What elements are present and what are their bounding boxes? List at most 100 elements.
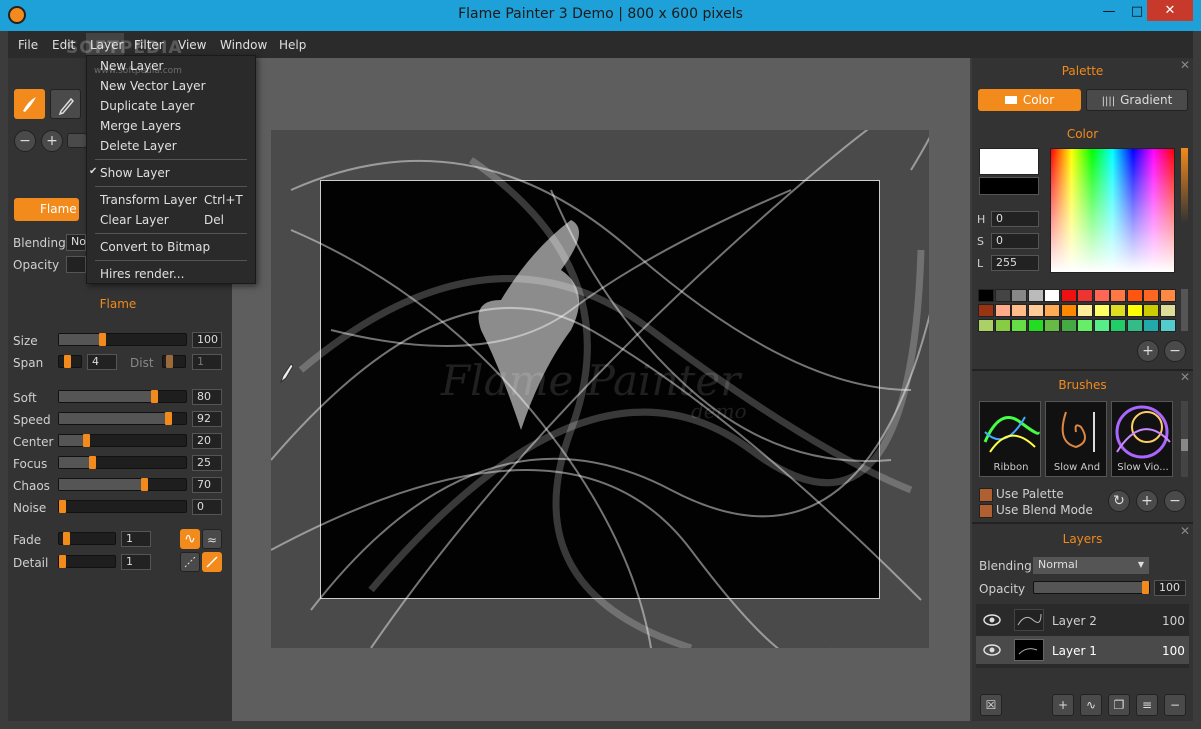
chaos-slider-knob[interactable] [141, 478, 148, 491]
menu-new-vector-layer[interactable]: New Vector Layer [100, 79, 206, 93]
color-swatch[interactable] [1044, 304, 1060, 317]
color-swatch[interactable] [1126, 319, 1143, 332]
menu-window[interactable]: Window [220, 38, 267, 52]
center-value[interactable]: 20 [192, 433, 222, 449]
brush-slow-vio[interactable]: Slow Vio... [1111, 401, 1173, 477]
menu-convert-bitmap[interactable]: Convert to Bitmap [100, 240, 210, 254]
color-swatch[interactable] [1027, 319, 1044, 332]
color-swatch[interactable] [1077, 289, 1093, 302]
flame-brush-tool[interactable] [14, 89, 45, 119]
eye-icon[interactable] [982, 643, 1002, 657]
layers-opacity-value[interactable]: 100 [1154, 580, 1186, 596]
color-swatch[interactable] [1027, 304, 1044, 317]
color-swatch[interactable] [1044, 289, 1060, 302]
color-swatch[interactable] [1126, 304, 1143, 317]
layer-row[interactable]: Layer 2 100 [976, 607, 1189, 635]
close-button[interactable]: ✕ [1147, 0, 1193, 21]
new-vector-layer-button[interactable]: ∿ [1080, 694, 1102, 716]
menu-help[interactable]: Help [279, 38, 306, 52]
focus-value[interactable]: 25 [192, 455, 222, 471]
color-swatch[interactable] [994, 289, 1011, 302]
dist-value[interactable]: 1 [192, 354, 222, 370]
color-swatch[interactable] [1027, 289, 1044, 302]
primary-color-swatch[interactable] [979, 148, 1039, 175]
noise-slider[interactable] [58, 500, 187, 513]
focus-slider-knob[interactable] [89, 456, 96, 469]
zoom-out-button[interactable]: − [14, 130, 36, 152]
color-swatch[interactable] [1044, 319, 1060, 332]
soft-slider-knob[interactable] [151, 390, 158, 403]
chaos-slider[interactable] [58, 478, 187, 491]
brushes-scrollbar[interactable] [1181, 401, 1188, 477]
color-swatch[interactable] [978, 289, 994, 302]
menu-show-layer[interactable]: Show Layer [100, 166, 170, 180]
detail-slider-knob[interactable] [59, 555, 66, 568]
span-slider[interactable] [58, 355, 82, 368]
noise-value[interactable]: 0 [192, 499, 222, 515]
use-blend-checkbox[interactable] [979, 504, 993, 518]
gradient-tab[interactable]: |||| Gradient [1086, 89, 1188, 111]
color-swatch[interactable] [1093, 289, 1110, 302]
color-swatch[interactable] [1159, 319, 1176, 332]
s-input[interactable]: 0 [991, 233, 1039, 249]
color-swatch[interactable] [994, 304, 1011, 317]
speed-slider-knob[interactable] [165, 412, 172, 425]
opacity-slider[interactable] [66, 256, 86, 273]
size-value[interactable]: 100 [192, 332, 222, 348]
color-swatch[interactable] [1159, 289, 1176, 302]
menu-merge-layers[interactable]: Merge Layers [100, 119, 181, 133]
color-swatch[interactable] [1011, 289, 1027, 302]
fade-wave-button[interactable]: ∿ [180, 529, 200, 549]
color-swatch[interactable] [1159, 304, 1176, 317]
h-input[interactable]: 0 [991, 211, 1039, 227]
color-swatch[interactable] [1060, 319, 1077, 332]
merge-layers-button[interactable]: ≡ [1136, 694, 1158, 716]
chaos-value[interactable]: 70 [192, 477, 222, 493]
use-palette-checkbox[interactable] [979, 488, 993, 502]
layers-opacity-knob[interactable] [1142, 581, 1149, 594]
layers-blending-select[interactable]: Normal ▼ [1033, 557, 1149, 574]
color-swatch[interactable] [1110, 289, 1126, 302]
color-swatch[interactable] [1060, 289, 1077, 302]
detail-solid-button[interactable] [202, 552, 222, 572]
duplicate-layer-button[interactable]: ❐ [1108, 694, 1130, 716]
remove-layer-button[interactable]: − [1164, 694, 1186, 716]
remove-swatch-button[interactable]: − [1164, 340, 1186, 362]
noise-slider-knob[interactable] [59, 500, 66, 513]
layers-opacity-slider[interactable] [1033, 581, 1150, 594]
pencil-tool[interactable] [50, 89, 81, 119]
color-swatch[interactable] [1011, 304, 1027, 317]
delete-layer-button[interactable]: ☒ [980, 694, 1002, 716]
color-swatch[interactable] [1093, 304, 1110, 317]
color-swatch[interactable] [1126, 289, 1143, 302]
brushes-close-icon[interactable]: ✕ [1180, 370, 1190, 384]
zoom-in-button[interactable]: + [41, 130, 63, 152]
blending-select[interactable]: No [66, 234, 86, 251]
size-slider[interactable] [58, 333, 187, 346]
add-brush-button[interactable]: + [1136, 490, 1158, 512]
brush-slow-and[interactable]: Slow And [1045, 401, 1107, 477]
add-swatch-button[interactable]: + [1137, 340, 1159, 362]
brush-ribbon[interactable]: Ribbon [979, 401, 1041, 477]
secondary-color-swatch[interactable] [979, 177, 1039, 195]
span-value[interactable]: 4 [87, 354, 117, 370]
color-swatch[interactable] [1093, 319, 1110, 332]
menu-hires-render[interactable]: Hires render... [100, 267, 184, 281]
menu-delete-layer[interactable]: Delete Layer [100, 139, 177, 153]
size-slider-knob[interactable] [99, 333, 106, 346]
fade-slider-knob[interactable] [63, 532, 70, 545]
menu-transform-layer[interactable]: Transform Layer [100, 193, 197, 207]
remove-brush-button[interactable]: − [1164, 490, 1186, 512]
detail-value[interactable]: 1 [121, 554, 151, 570]
menu-duplicate-layer[interactable]: Duplicate Layer [100, 99, 194, 113]
color-swatch[interactable] [1110, 319, 1126, 332]
color-swatch[interactable] [1060, 304, 1077, 317]
layer-row-selected[interactable]: Layer 1 100 [976, 636, 1189, 664]
detail-slider[interactable] [58, 555, 116, 568]
reload-brush-button[interactable]: ↻ [1108, 490, 1130, 512]
speed-value[interactable]: 92 [192, 411, 222, 427]
palette-close-icon[interactable]: ✕ [1180, 58, 1190, 72]
speed-slider[interactable] [58, 412, 187, 425]
menu-clear-layer[interactable]: Clear Layer [100, 213, 169, 227]
dist-slider[interactable] [162, 355, 186, 368]
